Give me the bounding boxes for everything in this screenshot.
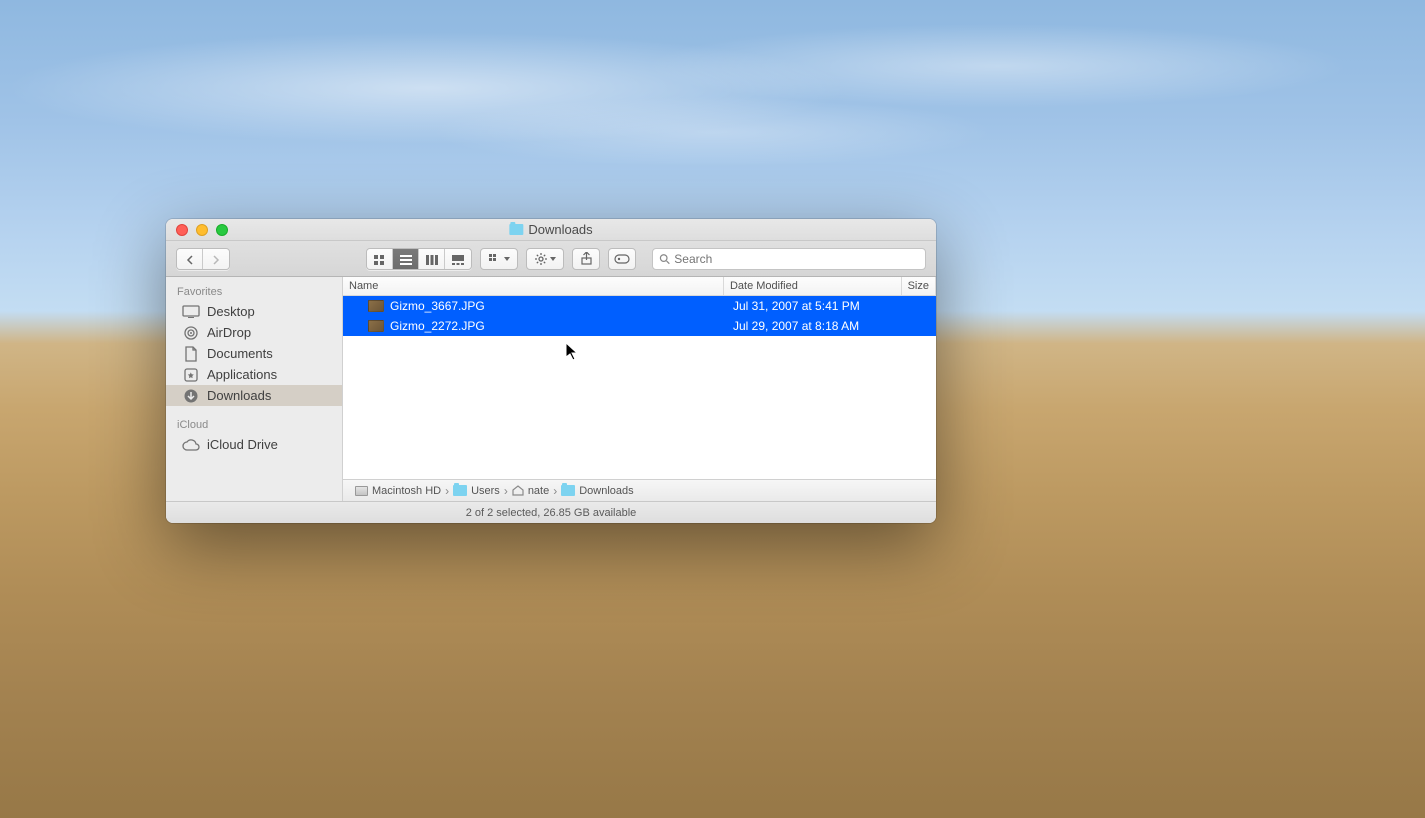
grid-dropdown-icon (489, 254, 501, 264)
file-name: Gizmo_3667.JPG (390, 299, 485, 313)
folder-icon (561, 485, 575, 496)
sidebar: Favorites Desktop AirDrop Documents (166, 277, 343, 501)
view-group (366, 248, 472, 270)
minimize-button[interactable] (196, 224, 208, 236)
path-separator: › (445, 484, 449, 498)
action-button[interactable] (526, 248, 564, 270)
image-thumbnail-icon (368, 320, 384, 332)
airdrop-icon (182, 325, 200, 340)
forward-button[interactable] (203, 249, 229, 270)
applications-icon (182, 367, 200, 382)
path-label: Users (471, 485, 500, 497)
search-icon (659, 253, 670, 265)
downloads-icon (182, 388, 200, 403)
path-label: Downloads (579, 485, 633, 497)
sidebar-item-label: Documents (207, 346, 273, 361)
column-header-date[interactable]: Date Modified (724, 277, 902, 295)
window-title-label: Downloads (528, 222, 592, 237)
tag-icon (614, 254, 630, 264)
sidebar-item-applications[interactable]: Applications (166, 364, 342, 385)
home-icon (512, 485, 524, 496)
desktop-wallpaper-clouds (0, 0, 1425, 220)
folder-icon (509, 224, 523, 235)
finder-window: Downloads (166, 219, 936, 523)
search-box[interactable] (652, 248, 926, 270)
path-segment-home[interactable]: nate (512, 485, 549, 497)
column-header-name[interactable]: Name (343, 277, 724, 295)
file-date: Jul 31, 2007 at 5:41 PM (727, 299, 906, 313)
titlebar[interactable]: Downloads (166, 219, 936, 241)
file-row[interactable]: Gizmo_2272.JPG Jul 29, 2007 at 8:18 AM (343, 316, 936, 336)
tags-button[interactable] (608, 248, 636, 270)
gallery-icon (452, 255, 464, 265)
toolbar (166, 241, 936, 277)
list-icon (400, 255, 412, 265)
chevron-left-icon (186, 255, 194, 265)
sidebar-item-icloud-drive[interactable]: iCloud Drive (166, 434, 342, 455)
cloud-icon (182, 437, 200, 452)
documents-icon (182, 346, 200, 361)
path-separator: › (504, 484, 508, 498)
path-label: nate (528, 485, 549, 497)
close-button[interactable] (176, 224, 188, 236)
fullscreen-button[interactable] (216, 224, 228, 236)
sidebar-item-label: iCloud Drive (207, 437, 278, 452)
path-segment-users[interactable]: Users (453, 485, 500, 497)
image-thumbnail-icon (368, 300, 384, 312)
sidebar-item-label: AirDrop (207, 325, 251, 340)
gallery-view-button[interactable] (445, 249, 471, 270)
file-name: Gizmo_2272.JPG (390, 319, 485, 333)
disk-icon (355, 486, 368, 496)
share-button[interactable] (572, 248, 600, 270)
sidebar-item-desktop[interactable]: Desktop (166, 301, 342, 322)
share-icon (581, 252, 592, 265)
sidebar-section-icloud: iCloud (166, 414, 342, 434)
arrange-button[interactable] (480, 248, 518, 270)
statusbar: 2 of 2 selected, 26.85 GB available (166, 501, 936, 523)
path-segment-current[interactable]: Downloads (561, 485, 633, 497)
sidebar-item-downloads[interactable]: Downloads (166, 385, 342, 406)
sidebar-item-airdrop[interactable]: AirDrop (166, 322, 342, 343)
status-text: 2 of 2 selected, 26.85 GB available (466, 507, 637, 519)
grid-icon (374, 255, 386, 265)
gear-icon (535, 253, 547, 265)
nav-group (176, 248, 230, 270)
sidebar-section-favorites: Favorites (166, 281, 342, 301)
sidebar-item-documents[interactable]: Documents (166, 343, 342, 364)
path-separator: › (553, 484, 557, 498)
sidebar-item-label: Desktop (207, 304, 255, 319)
folder-icon (453, 485, 467, 496)
traffic-lights (166, 224, 228, 236)
path-label: Macintosh HD (372, 485, 441, 497)
file-date: Jul 29, 2007 at 8:18 AM (727, 319, 906, 333)
column-header-size[interactable]: Size (902, 277, 936, 295)
file-list[interactable]: Gizmo_3667.JPG Jul 31, 2007 at 5:41 PM G… (343, 296, 936, 479)
sidebar-item-label: Downloads (207, 388, 271, 403)
list-view-button[interactable] (393, 249, 419, 270)
chevron-right-icon (212, 255, 220, 265)
file-row[interactable]: Gizmo_3667.JPG Jul 31, 2007 at 5:41 PM (343, 296, 936, 316)
column-view-button[interactable] (419, 249, 445, 270)
chevron-down-icon (550, 257, 556, 261)
back-button[interactable] (177, 249, 203, 270)
icon-view-button[interactable] (367, 249, 393, 270)
sidebar-item-label: Applications (207, 367, 277, 382)
window-title: Downloads (509, 222, 592, 237)
search-input[interactable] (674, 252, 919, 266)
column-headers: Name Date Modified Size (343, 277, 936, 296)
columns-icon (426, 255, 438, 265)
main-pane: Name Date Modified Size Gizmo_3667.JPG J… (343, 277, 936, 501)
path-segment-root[interactable]: Macintosh HD (355, 485, 441, 497)
chevron-down-icon (504, 257, 510, 261)
desktop-icon (182, 304, 200, 319)
content-area: Favorites Desktop AirDrop Documents (166, 277, 936, 501)
pathbar: Macintosh HD › Users › nate › Downloads (343, 479, 936, 501)
